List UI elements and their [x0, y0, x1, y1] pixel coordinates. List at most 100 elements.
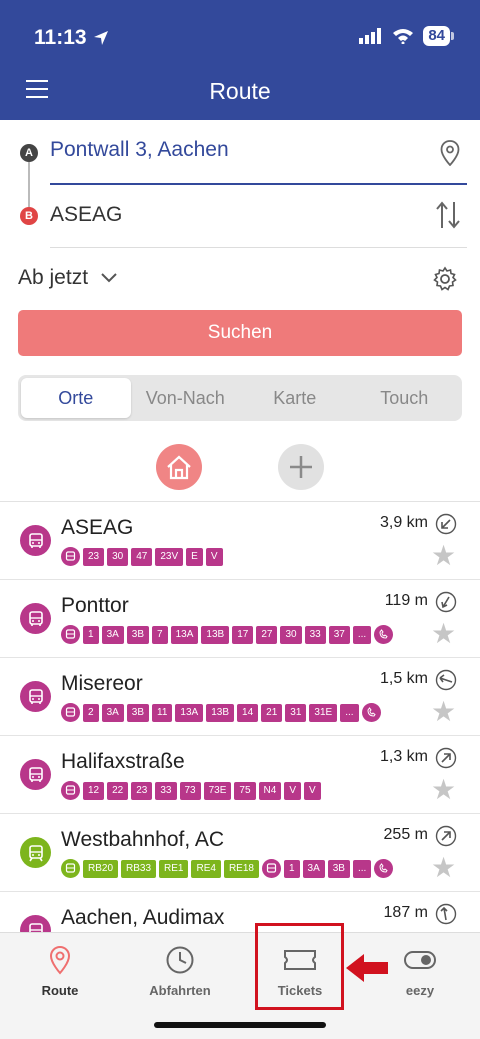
clock-icon: [166, 946, 194, 974]
red-arrow-icon: [346, 954, 388, 982]
swap-icon[interactable]: [434, 200, 462, 230]
stop-distance: 1,3 km: [379, 748, 428, 765]
tab-label: Route: [41, 983, 79, 998]
line-badge: V: [304, 781, 321, 800]
line-badge: 3A: [302, 859, 325, 878]
rail-line-badge: RE1: [159, 859, 189, 878]
line-badge: 14: [237, 703, 259, 722]
stop-distance: 119 m: [384, 592, 428, 609]
segment-karte[interactable]: Karte: [240, 378, 350, 418]
line-badge: 11: [152, 703, 173, 722]
line-badge: 37: [328, 625, 350, 644]
line-badge: 1: [83, 625, 99, 644]
list-item[interactable]: Misereor 1,5 km ★ 2 3A 3B 11 13A 13B 14 …: [0, 658, 480, 736]
line-badge: V: [205, 547, 223, 566]
tab-label: Abfahrten: [149, 983, 211, 998]
bus-stop-icon: [20, 759, 51, 790]
battery-indicator: 84: [423, 26, 450, 46]
bus-mode-icon: [61, 781, 80, 800]
location-arrow-icon: [93, 31, 108, 45]
bus-mode-icon: [261, 859, 281, 878]
line-badge: 30: [107, 547, 129, 566]
line-badges: RB20 RB33 RE1 RE4 RE18 1 3A 3B ...: [61, 859, 394, 878]
stop-name: Misereor: [61, 672, 143, 695]
line-badge: 3B: [126, 703, 150, 722]
favorite-star-icon[interactable]: ★: [431, 854, 456, 882]
line-badges: 23 30 47 23V E V: [61, 547, 223, 566]
favorite-star-icon[interactable]: ★: [431, 698, 456, 726]
line-badge: 12: [83, 781, 105, 800]
destination-marker: B: [20, 207, 38, 225]
segment-orte[interactable]: Orte: [21, 378, 131, 418]
route-connector: [28, 162, 30, 207]
add-place-button[interactable]: [278, 444, 324, 490]
line-badge: 33: [304, 625, 326, 644]
direction-arrow-icon: [435, 825, 457, 847]
line-badge: 13A: [170, 625, 199, 644]
list-item[interactable]: Ponttor 119 m ★ 1 3A 3B 7 13A 13B 17 27 …: [0, 580, 480, 658]
line-badges: 2 3A 3B 11 13A 13B 14 21 31 31E ...: [61, 703, 381, 722]
line-badge: 3B: [327, 859, 350, 878]
home-icon: [167, 455, 191, 480]
page-title: Route: [209, 78, 271, 104]
favorite-star-icon[interactable]: ★: [431, 542, 456, 570]
location-pin-icon: [49, 945, 71, 975]
direction-arrow-icon: [435, 591, 457, 613]
list-item[interactable]: ASEAG 3,9 km ★ 23 30 47 23V E V: [0, 502, 480, 580]
battery-cap: [451, 32, 454, 40]
list-item[interactable]: Halifaxstraße 1,3 km ★ 12 22 23 33 73 73…: [0, 736, 480, 814]
departure-time-select[interactable]: Ab jetzt: [18, 266, 118, 290]
bus-mode-icon: [61, 547, 80, 566]
line-badge: 27: [256, 625, 278, 644]
app-header: 11:13 84 Route: [0, 0, 480, 120]
gear-icon[interactable]: [432, 266, 458, 292]
home-button[interactable]: [156, 444, 202, 490]
home-indicator: [154, 1022, 326, 1028]
train-mode-icon: [61, 859, 80, 878]
train-station-icon: [20, 837, 51, 868]
line-badge: 23V: [155, 547, 184, 566]
rail-line-badge: RE18: [223, 859, 259, 878]
tab-label: eezy: [405, 983, 435, 998]
status-bar: 11:13 84: [0, 0, 480, 74]
line-badge: 2: [83, 703, 99, 722]
line-badge: 73E: [203, 781, 232, 800]
chevron-down-icon: [101, 273, 117, 283]
toggle-icon: [404, 951, 436, 969]
on-demand-phone-icon: [374, 859, 394, 878]
origin-input[interactable]: Pontwall 3, Aachen: [50, 138, 229, 162]
search-button[interactable]: Suchen: [18, 310, 462, 356]
wifi-icon: [393, 29, 414, 44]
status-time: 11:13: [34, 26, 109, 50]
line-badge: 23: [131, 781, 153, 800]
segment-touch[interactable]: Touch: [350, 378, 460, 418]
location-pin-icon[interactable]: [440, 140, 460, 166]
view-segmented-control: Orte Von-Nach Karte Touch: [18, 375, 462, 421]
stop-distance: 3,9 km: [379, 514, 428, 531]
direction-arrow-icon: [435, 747, 457, 769]
line-badge: 30: [280, 625, 302, 644]
line-badge: 13B: [206, 703, 235, 722]
line-badge: 31: [285, 703, 307, 722]
tickets-highlight-box: [255, 923, 344, 1010]
direction-arrow-icon: [435, 513, 457, 535]
destination-input[interactable]: ASEAG: [50, 203, 122, 227]
signal-icon: [359, 28, 382, 44]
list-item[interactable]: Westbahnhof, AC 255 m ★ RB20 RB33 RE1 RE…: [0, 814, 480, 892]
line-badge: 3A: [101, 703, 124, 722]
plus-icon: [290, 456, 312, 478]
line-badge: N4: [258, 781, 282, 800]
tab-abfahrten[interactable]: Abfahrten: [120, 943, 240, 998]
favorite-star-icon[interactable]: ★: [431, 776, 456, 804]
line-badges: 1 3A 3B 7 13A 13B 17 27 30 33 37 ...: [61, 625, 394, 644]
destination-underline: [50, 247, 467, 248]
on-demand-phone-icon: [374, 625, 394, 644]
line-badge: E: [186, 547, 203, 566]
favorite-star-icon[interactable]: ★: [431, 620, 456, 648]
line-badge: 1: [283, 859, 300, 878]
tab-route[interactable]: Route: [0, 943, 120, 998]
more-lines-badge: ...: [340, 703, 359, 722]
rail-line-badge: RB33: [121, 859, 157, 878]
line-badge: 13A: [175, 703, 204, 722]
segment-von-nach[interactable]: Von-Nach: [131, 378, 241, 418]
